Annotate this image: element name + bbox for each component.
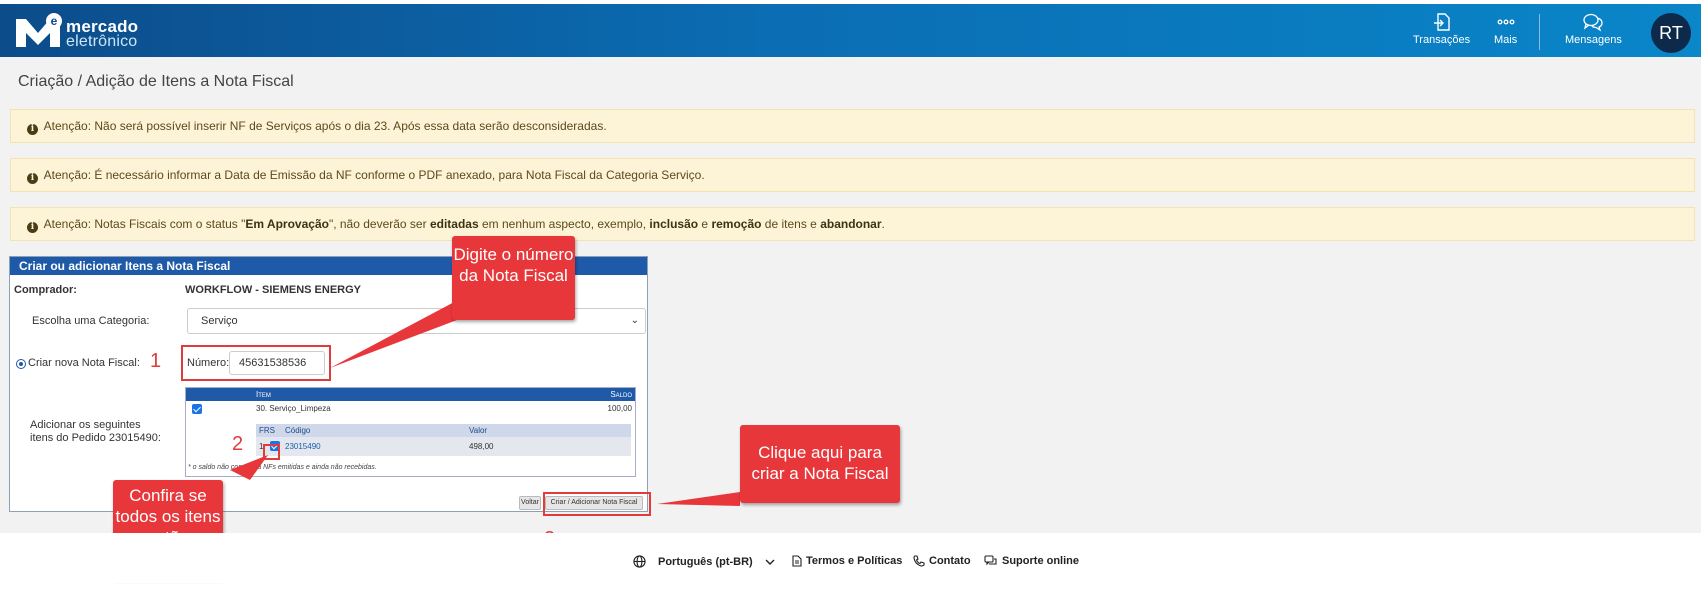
page-footer: Português (pt-BR) Termos e Políticas Con… — [0, 533, 1701, 583]
globe-icon — [633, 555, 646, 568]
support-link[interactable]: Suporte online — [984, 555, 1079, 567]
callout-click-create: Clique aqui para criar a Nota Fiscal — [740, 425, 900, 503]
language-selector[interactable]: Português (pt-BR) — [633, 555, 779, 568]
phone-icon — [913, 555, 925, 567]
terms-label: Termos e Políticas — [806, 555, 903, 567]
document-icon — [792, 555, 802, 567]
arrow-to-checkbox — [230, 455, 268, 480]
support-label: Suporte online — [1002, 555, 1079, 567]
chevron-down-icon — [765, 559, 775, 565]
arrow-to-create-button — [657, 492, 740, 506]
step-number-1: 1 — [150, 350, 162, 372]
contact-link[interactable]: Contato — [913, 555, 971, 567]
chat-support-icon — [984, 555, 997, 566]
contact-label: Contato — [929, 555, 971, 567]
step-number-2: 2 — [232, 433, 244, 455]
callout-enter-number: Digite o número da Nota Fiscal — [452, 236, 575, 320]
callout-arrows — [230, 300, 740, 506]
terms-link[interactable]: Termos e Políticas — [792, 555, 902, 567]
language-label: Português (pt-BR) — [658, 555, 753, 568]
